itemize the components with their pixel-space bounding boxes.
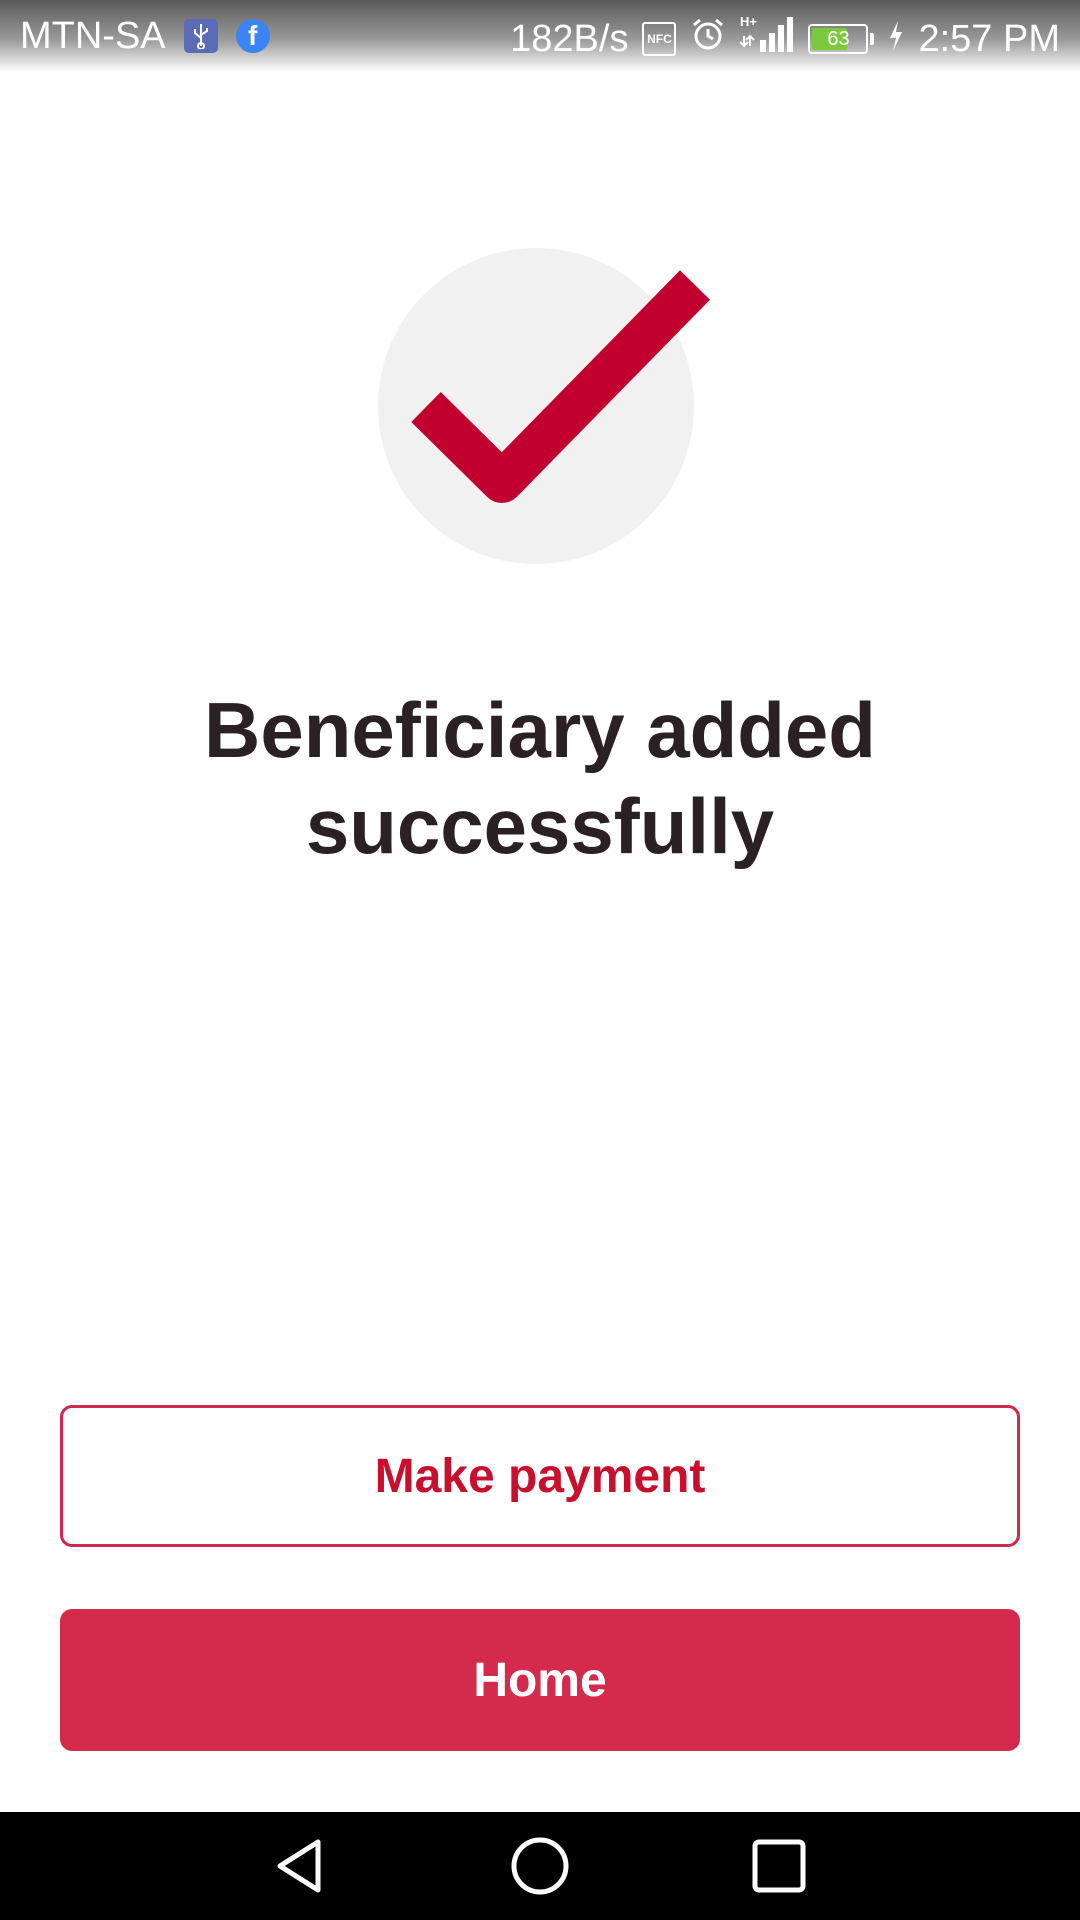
back-icon[interactable] <box>270 1836 330 1896</box>
home-icon[interactable] <box>510 1836 570 1896</box>
success-title: Beneficiary added successfully <box>204 686 876 870</box>
system-navigation-bar <box>0 1812 1080 1920</box>
signal-icon: H+ <box>739 14 794 64</box>
status-bar-left: MTN-SA f <box>20 14 270 58</box>
battery-level: 63 <box>827 28 850 50</box>
battery-cap <box>870 33 875 45</box>
home-button[interactable]: Home <box>60 1609 1020 1751</box>
facebook-icon: f <box>235 19 270 53</box>
beneficiary-success-screen: MTN-SA f 182B/s NFC H+ 63 2:57 PM Benefi… <box>0 0 1080 1920</box>
clock: 2:57 PM <box>918 18 1060 60</box>
make-payment-button[interactable]: Make payment <box>60 1405 1020 1547</box>
charging-icon <box>888 18 904 61</box>
status-bar: MTN-SA f 182B/s NFC H+ 63 2:57 PM <box>0 0 1080 72</box>
nfc-icon: NFC <box>642 22 677 56</box>
status-bar-right: 182B/s NFC H+ 63 2:57 PM <box>510 14 1060 64</box>
battery-icon: 63 <box>808 24 869 54</box>
svg-text:H+: H+ <box>740 14 757 29</box>
usb-icon <box>183 19 218 53</box>
checkmark-icon <box>411 270 711 503</box>
recents-icon[interactable] <box>749 1836 809 1896</box>
alarm-icon <box>690 16 726 62</box>
carrier-name: MTN-SA <box>20 15 166 57</box>
data-rate: 182B/s <box>510 18 629 60</box>
